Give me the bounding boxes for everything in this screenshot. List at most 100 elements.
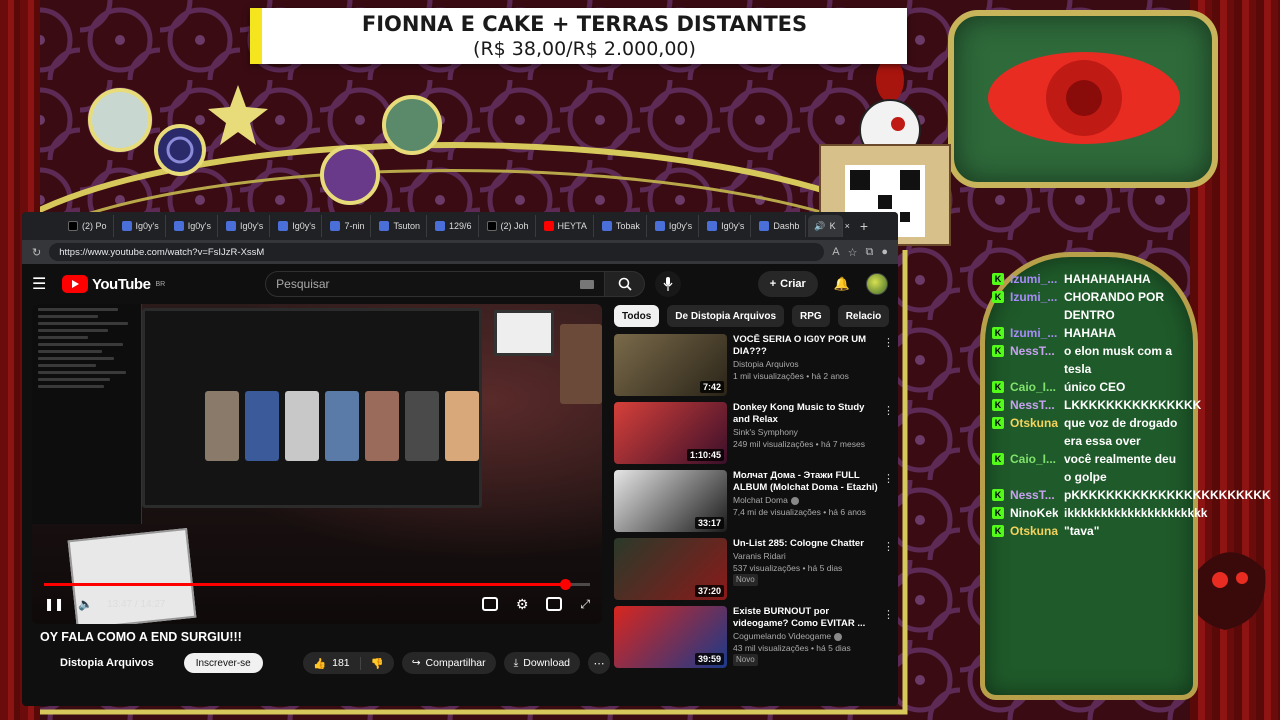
search-input[interactable]: Pesquisar: [265, 271, 606, 297]
keyboard-icon[interactable]: [580, 279, 595, 289]
create-button[interactable]: + Criar: [757, 271, 818, 297]
browser-tab[interactable]: (2) Po: [62, 215, 114, 237]
settings-gear-icon[interactable]: ⚙: [516, 596, 529, 613]
filter-chip[interactable]: De Distopia Arquivos: [667, 305, 785, 327]
recommendation-channel[interactable]: Sink's Symphony: [733, 426, 880, 438]
chat-message-text: LKKKKKKKKKKKKKKK: [1064, 398, 1202, 412]
url-field[interactable]: https://www.youtube.com/watch?v=FsIJzR-X…: [49, 243, 825, 261]
more-actions-button[interactable]: ⋯: [588, 652, 610, 674]
chat-username[interactable]: NinoKek: [1010, 504, 1058, 522]
kebab-menu-icon[interactable]: ⋮: [883, 540, 894, 553]
youtube-logo[interactable]: YouTube BR: [62, 275, 165, 293]
browser-tab[interactable]: Dashb: [753, 215, 807, 237]
pause-icon[interactable]: ❚❚: [44, 597, 64, 611]
browser-tab[interactable]: Tobak: [596, 215, 647, 237]
kebab-menu-icon[interactable]: ⋮: [883, 472, 894, 485]
browser-tab[interactable]: HEYTA: [538, 215, 594, 237]
recommendation-thumbnail[interactable]: 7:42: [614, 334, 727, 396]
recommendation-title[interactable]: Молчат Дома - Этажи FULL ALBUM (Molchat …: [733, 470, 880, 494]
recommendation-title[interactable]: Un-List 285: Cologne Chatter: [733, 538, 880, 550]
voice-search-button[interactable]: [655, 271, 682, 297]
chat-username[interactable]: Otskuna: [1010, 522, 1058, 540]
recommendation-item[interactable]: 37:20 Un-List 285: Cologne Chatter Varanis…: [614, 538, 894, 600]
kebab-menu-icon[interactable]: ⋮: [883, 608, 894, 621]
chat-username[interactable]: Otskuna: [1010, 414, 1058, 450]
page-icon: [330, 221, 341, 231]
download-button[interactable]: ⤓ Download: [503, 652, 580, 674]
chat-username[interactable]: NessT...: [1010, 486, 1058, 504]
recommendation-channel[interactable]: Distopia Arquivos: [733, 358, 880, 370]
profile-icon[interactable]: ●: [881, 246, 888, 258]
recommendation-item[interactable]: 7:42 VOCÊ SERIA O IG0Y POR UM DIA??? Disto…: [614, 334, 894, 396]
browser-tab[interactable]: Ig0y's: [649, 215, 700, 237]
fullscreen-icon[interactable]: ⤢: [580, 597, 590, 612]
kebab-menu-icon[interactable]: ⋮: [883, 404, 894, 417]
chat-username[interactable]: NessT...: [1010, 396, 1058, 414]
filter-chip[interactable]: Relacio: [837, 305, 890, 327]
chat-username[interactable]: Caio_I...: [1010, 450, 1058, 486]
menu-icon[interactable]: ☰: [32, 274, 56, 294]
recommendation-title[interactable]: Existe BURNOUT por videogame? Como EVITA…: [733, 606, 880, 630]
browser-tab[interactable]: Tsuton: [373, 215, 427, 237]
recommendation-thumbnail[interactable]: 39:59: [614, 606, 727, 668]
recommendation-channel[interactable]: Varanis Ridari: [733, 550, 880, 562]
favorite-star-icon[interactable]: ☆: [848, 246, 858, 259]
filter-chip[interactable]: RPG: [792, 305, 830, 327]
new-tab-icon[interactable]: +: [852, 218, 876, 234]
like-button[interactable]: 👍 181: [303, 656, 361, 670]
video-content-trollface: [494, 310, 554, 356]
recommendation-channel[interactable]: Cogumelando Videogame: [733, 630, 880, 642]
extensions-icon[interactable]: ⧉: [865, 246, 873, 259]
search-button[interactable]: [605, 271, 646, 297]
read-aloud-icon[interactable]: A: [832, 246, 839, 258]
browser-tab[interactable]: 129/6: [429, 215, 479, 237]
page-icon: [654, 221, 665, 231]
recommendation-channel[interactable]: Molchat Doma: [733, 494, 880, 506]
page-icon: [435, 221, 445, 231]
subtitles-icon[interactable]: [481, 597, 498, 611]
video-progress-bar[interactable]: [44, 579, 590, 590]
browser-tab[interactable]: 7-nin: [324, 215, 372, 237]
volume-icon[interactable]: 🔈: [78, 597, 93, 611]
chat-username[interactable]: Izumi_...: [1010, 324, 1058, 342]
browser-tab[interactable]: Ig0y's: [220, 215, 271, 237]
reload-icon[interactable]: ↻: [32, 246, 41, 259]
chat-username[interactable]: Izumi_...: [1010, 288, 1058, 324]
recommendation-item[interactable]: 39:59 Existe BURNOUT por videogame? Como …: [614, 606, 894, 668]
theater-mode-icon[interactable]: [546, 597, 563, 611]
browser-tab[interactable]: Ig0y's: [116, 215, 166, 237]
browser-tab[interactable]: Ig0y's: [701, 215, 752, 237]
user-avatar[interactable]: [866, 273, 888, 295]
recommendation-thumbnail[interactable]: 33:17: [614, 470, 727, 532]
chat-username[interactable]: Izumi_...: [1010, 270, 1058, 288]
verified-icon: [790, 496, 799, 505]
dislike-button[interactable]: 👎: [361, 657, 394, 670]
recommendation-thumbnail[interactable]: 37:20: [614, 538, 727, 600]
subscribe-button[interactable]: Inscrever-se: [183, 653, 263, 673]
browser-tab[interactable]: Ig0y's: [272, 215, 323, 237]
close-tab-icon[interactable]: ×: [845, 221, 850, 231]
browser-tab-bar: (2) Po Ig0y's Ig0y's Ig0y's Ig0y's 7-nin Tsuto…: [22, 212, 898, 240]
share-icon: ↪: [411, 657, 421, 669]
notifications-bell-icon[interactable]: 🔔: [834, 276, 850, 292]
recommendation-item[interactable]: 1:10:45 Donkey Kong Music to Study and Re…: [614, 402, 894, 464]
chat-username[interactable]: Caio_I...: [1010, 378, 1058, 396]
chat-message: K Izumi_... CHORANDO POR DENTRO: [992, 288, 1180, 324]
recommendation-item[interactable]: 33:17 Молчат Дома - Этажи FULL ALBUM (Mol…: [614, 470, 894, 532]
browser-tab[interactable]: Ig0y's: [168, 215, 218, 237]
kebab-menu-icon[interactable]: ⋮: [883, 336, 894, 349]
share-button[interactable]: ↪ Compartilhar: [401, 652, 496, 674]
progress-scrubber[interactable]: [559, 579, 571, 590]
video-duration: 39:59: [694, 653, 724, 665]
recommendation-thumbnail[interactable]: 1:10:45: [614, 402, 727, 464]
recommendation-title[interactable]: Donkey Kong Music to Study and Relax: [733, 402, 880, 426]
browser-tab-active[interactable]: 🔊 K: [808, 215, 843, 237]
download-icon: ⤓: [513, 656, 519, 669]
filter-chip[interactable]: Todos: [614, 305, 660, 327]
browser-window: (2) Po Ig0y's Ig0y's Ig0y's Ig0y's 7-nin Tsuto…: [22, 212, 898, 706]
video-player[interactable]: ❚❚ 🔈 13:47 / 14:27 ⚙ ⤢: [32, 304, 602, 624]
channel-name[interactable]: Distopia Arquivos: [60, 657, 154, 669]
recommendation-title[interactable]: VOCÊ SERIA O IG0Y POR UM DIA???: [733, 334, 880, 358]
browser-tab[interactable]: (2) Joh: [481, 215, 536, 237]
chat-username[interactable]: NessT...: [1010, 342, 1058, 378]
